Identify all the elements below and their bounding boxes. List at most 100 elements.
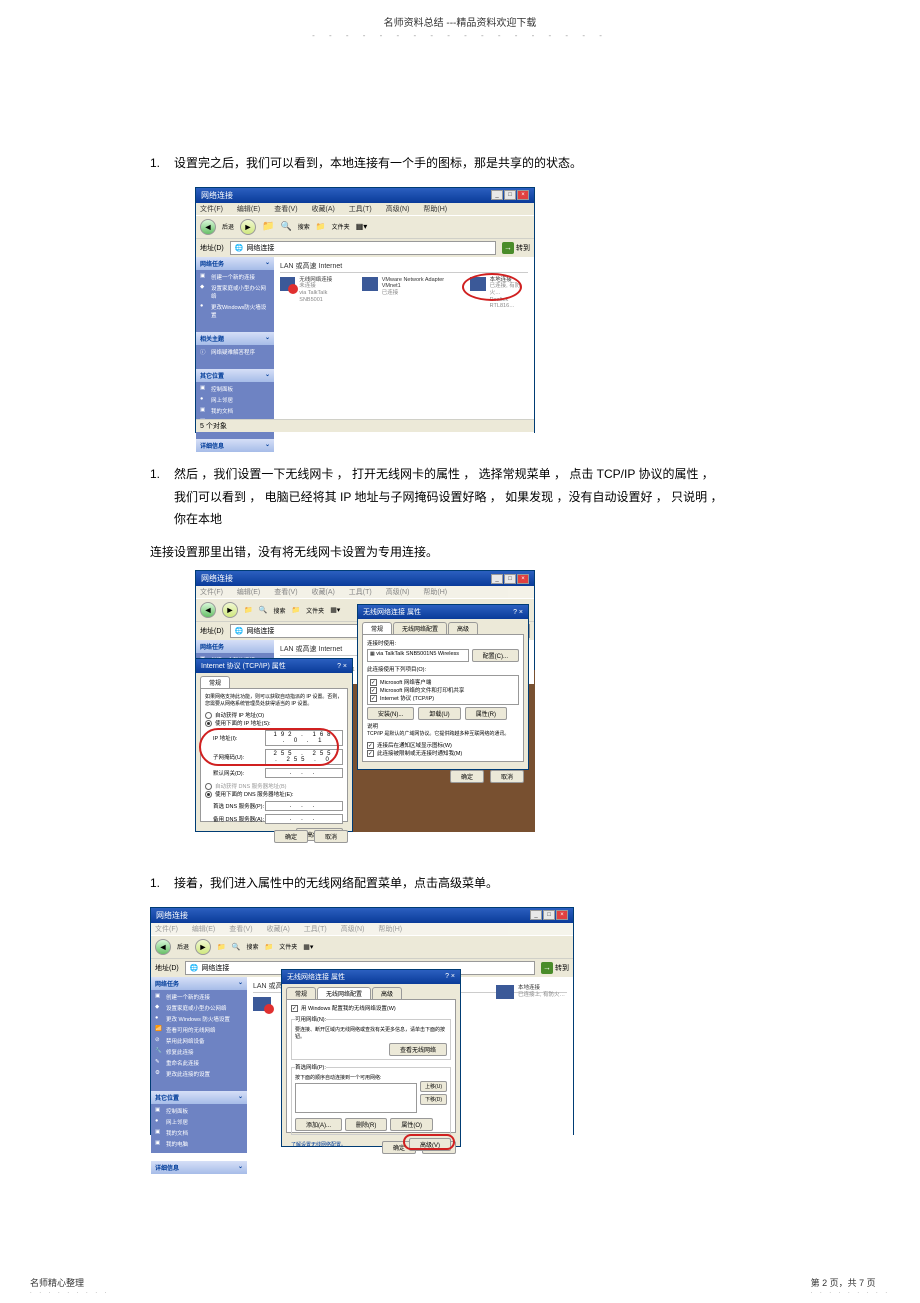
close-icon[interactable]: ×	[517, 574, 529, 584]
use-dns-radio[interactable]: 使用下面的 DNS 服务器地址(E):	[205, 790, 343, 798]
sidebar-item[interactable]: ⚙更改此连接的设置	[155, 1070, 243, 1078]
side-header[interactable]: 详细信息⌄	[196, 439, 274, 452]
sidebar-item[interactable]: ●网上邻居	[155, 1118, 243, 1126]
sidebar-item[interactable]: ●更改 Windows 防火墙设置	[155, 1015, 243, 1023]
mask-input[interactable]: 255 . 255 . 255 . 0	[265, 749, 343, 765]
props-button[interactable]: 属性(O)	[390, 1118, 433, 1131]
ok-button[interactable]: 确定	[450, 770, 484, 783]
checkbox-icon[interactable]: ✓	[370, 679, 377, 686]
configure-button[interactable]: 配置(C)...	[472, 649, 519, 662]
menu-fav[interactable]: 收藏(A)	[312, 206, 335, 213]
side-header[interactable]: 相关主题⌄	[196, 332, 274, 345]
menu-file[interactable]: 文件(F)	[200, 206, 223, 213]
forward-icon[interactable]: ►	[240, 219, 256, 235]
forward-icon[interactable]: ►	[195, 939, 211, 955]
minimize-icon[interactable]: _	[491, 574, 503, 584]
maximize-icon[interactable]: □	[504, 190, 516, 200]
item[interactable]: ✓Microsoft 网络的文件和打印机共享	[370, 686, 516, 694]
tab-advanced[interactable]: 高级	[448, 622, 478, 634]
props-button[interactable]: 属性(R)	[465, 707, 507, 720]
cancel-button[interactable]: 取消	[314, 830, 348, 843]
up-icon[interactable]: 📁	[244, 606, 253, 614]
add-button[interactable]: 添加(A)...	[295, 1118, 342, 1131]
win-config-checkbox[interactable]: ✓用 Windows 配置我的无线网络设置(W)	[291, 1004, 451, 1012]
tab-wireless[interactable]: 无线网络配置	[393, 622, 447, 634]
items-list[interactable]: ✓Microsoft 网络客户端 ✓Microsoft 网络的文件和打印机共享 …	[367, 675, 519, 705]
views-icon[interactable]: ▦▾	[356, 222, 368, 231]
search-icon[interactable]: 🔍	[232, 943, 241, 951]
advanced-button[interactable]: 高级(V)	[409, 1138, 451, 1151]
sidebar-item[interactable]: ⓘ网络疑难解答程序	[200, 348, 270, 356]
sidebar-item[interactable]: ⊘禁用此网络设备	[155, 1037, 243, 1045]
auto-dns-radio[interactable]: 自动获得 DNS 服务器地址(B)	[205, 782, 343, 790]
auto-ip-radio[interactable]: 自动获得 IP 地址(O)	[205, 711, 343, 719]
install-button[interactable]: 安装(N)...	[367, 707, 414, 720]
item[interactable]: ✓Internet 协议 (TCP/IP)	[370, 694, 516, 702]
sidebar-item[interactable]: ▣我的文档	[200, 407, 270, 415]
close-icon[interactable]: ×	[517, 190, 529, 200]
sidebar-item[interactable]: ▣我的电脑	[155, 1140, 243, 1148]
minimize-icon[interactable]: _	[530, 910, 542, 920]
addr-field[interactable]: 🌐 网络连接	[230, 241, 496, 255]
menu-help[interactable]: 帮助(H)	[423, 206, 447, 213]
views-icon[interactable]: ▦▾	[330, 606, 340, 614]
views-icon[interactable]: ▦▾	[303, 943, 313, 951]
checkbox-icon[interactable]: ✓	[291, 1005, 298, 1012]
maximize-icon[interactable]: □	[504, 574, 516, 584]
tab-wireless[interactable]: 无线网络配置	[317, 987, 371, 999]
movedown-button[interactable]: 下移(D)	[420, 1094, 447, 1105]
tab-advanced[interactable]: 高级	[372, 987, 402, 999]
radio-icon[interactable]	[205, 712, 212, 719]
vmware-connection[interactable]: VMware Network Adapter VMnet1 已连接	[362, 277, 452, 297]
folders-icon[interactable]: 📁	[291, 606, 300, 614]
sidebar-item[interactable]: ●网上邻居	[200, 396, 270, 404]
checkbox-icon[interactable]: ✓	[367, 742, 374, 749]
radio-icon[interactable]	[205, 720, 212, 727]
forward-icon[interactable]: ►	[222, 602, 238, 618]
preferred-list[interactable]	[295, 1083, 417, 1113]
up-icon[interactable]: 📁	[262, 221, 274, 232]
sidebar-item[interactable]: ▣创建一个新的连接	[200, 273, 270, 281]
cancel-button[interactable]: 取消	[490, 770, 524, 783]
view-networks-button[interactable]: 查看无线网络	[389, 1043, 447, 1056]
remove-button[interactable]: 删除(R)	[345, 1118, 387, 1131]
sidebar-item[interactable]: ✎重命名此连接	[155, 1059, 243, 1067]
back-icon[interactable]: ◄	[200, 602, 216, 618]
item[interactable]: ✓Microsoft 网络客户端	[370, 678, 516, 686]
search-icon[interactable]: 🔍	[259, 606, 268, 614]
sidebar-item[interactable]: ◆设置家庭或小型办公网络	[200, 284, 270, 300]
close-icon[interactable]: ×	[556, 910, 568, 920]
sidebar-item[interactable]: ◆设置家庭或小型办公网络	[155, 1004, 243, 1012]
menu-view[interactable]: 查看(V)	[274, 206, 297, 213]
checkbox-icon[interactable]: ✓	[370, 695, 377, 702]
dns2-input[interactable]: . . .	[265, 814, 343, 824]
folders-icon[interactable]: 📁	[264, 943, 273, 951]
go-button[interactable]: →转到	[541, 962, 569, 974]
go-button[interactable]: → 转到	[502, 242, 530, 254]
maximize-icon[interactable]: □	[543, 910, 555, 920]
folders-icon[interactable]: 📁	[316, 222, 326, 231]
wireless-connection[interactable]: 无线网络连接 未连接 via TalkTalk SNB5001	[280, 277, 344, 303]
side-header[interactable]: 其它位置⌄	[196, 369, 274, 382]
ip-input[interactable]: 192 . 168 . 0 . 1	[265, 730, 343, 746]
sidebar-item[interactable]: ●更改Windows防火墙设置	[200, 303, 270, 319]
radio-icon[interactable]	[205, 791, 212, 798]
menu-tools[interactable]: 工具(T)	[349, 206, 372, 213]
local-connection[interactable]: 本地连接已连接上, 有防火…	[496, 985, 565, 999]
checkbox-icon[interactable]: ✓	[370, 687, 377, 694]
search-icon[interactable]: 🔍	[280, 221, 291, 232]
menu-adv[interactable]: 高级(N)	[386, 206, 410, 213]
moveup-button[interactable]: 上移(U)	[420, 1081, 447, 1092]
tab-general[interactable]: 常规	[286, 987, 316, 999]
use-ip-radio[interactable]: 使用下面的 IP 地址(S):	[205, 719, 343, 727]
gw-input[interactable]: . . .	[265, 768, 343, 778]
local-connection[interactable]: 本地连接 已连接, 有防火… Realtek RTL816…	[470, 277, 528, 310]
sidebar-item[interactable]: ▣创建一个新的连接	[155, 993, 243, 1001]
tab-general[interactable]: 常规	[362, 622, 392, 634]
sidebar-item[interactable]: ▣控制面板	[155, 1107, 243, 1115]
sidebar-item[interactable]: ▣我的文档	[155, 1129, 243, 1137]
up-icon[interactable]: 📁	[217, 943, 226, 951]
sidebar-item[interactable]: 🔧修复此连接	[155, 1048, 243, 1056]
dns1-input[interactable]: . . .	[265, 801, 343, 811]
sidebar-item[interactable]: 📶查看可用的无线网络	[155, 1026, 243, 1034]
